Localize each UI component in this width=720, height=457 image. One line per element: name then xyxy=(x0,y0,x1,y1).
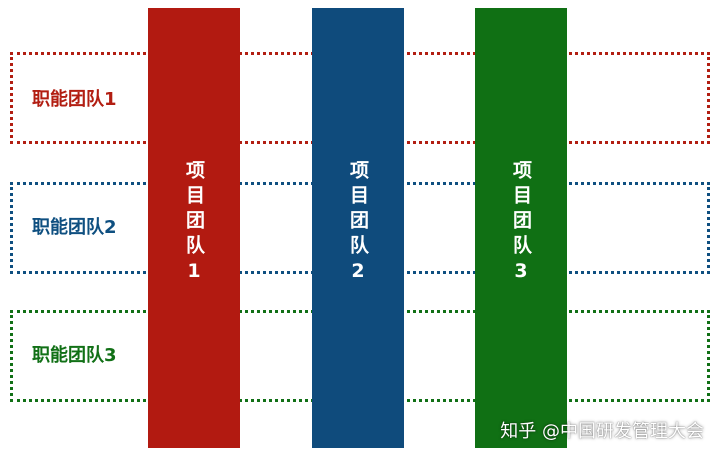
project-team-label-2: 项目团队2 xyxy=(347,160,369,288)
functional-team-label-2: 职能团队2 xyxy=(32,217,117,238)
functional-team-label-3: 职能团队3 xyxy=(32,345,117,366)
project-team-bar-3: 项目团队3 xyxy=(475,8,567,448)
matrix-organization-diagram: 职能团队1 职能团队2 职能团队3 项目团队1 项目团队2 项目团队3 知乎 @… xyxy=(0,0,720,457)
project-team-bar-1: 项目团队1 xyxy=(148,8,240,448)
project-team-label-1: 项目团队1 xyxy=(183,160,205,288)
project-team-bar-2: 项目团队2 xyxy=(312,8,404,448)
zhihu-watermark: 知乎 @中国研发管理大会 xyxy=(500,421,704,442)
functional-team-label-1: 职能团队1 xyxy=(32,89,117,110)
project-team-label-3: 项目团队3 xyxy=(510,160,532,288)
